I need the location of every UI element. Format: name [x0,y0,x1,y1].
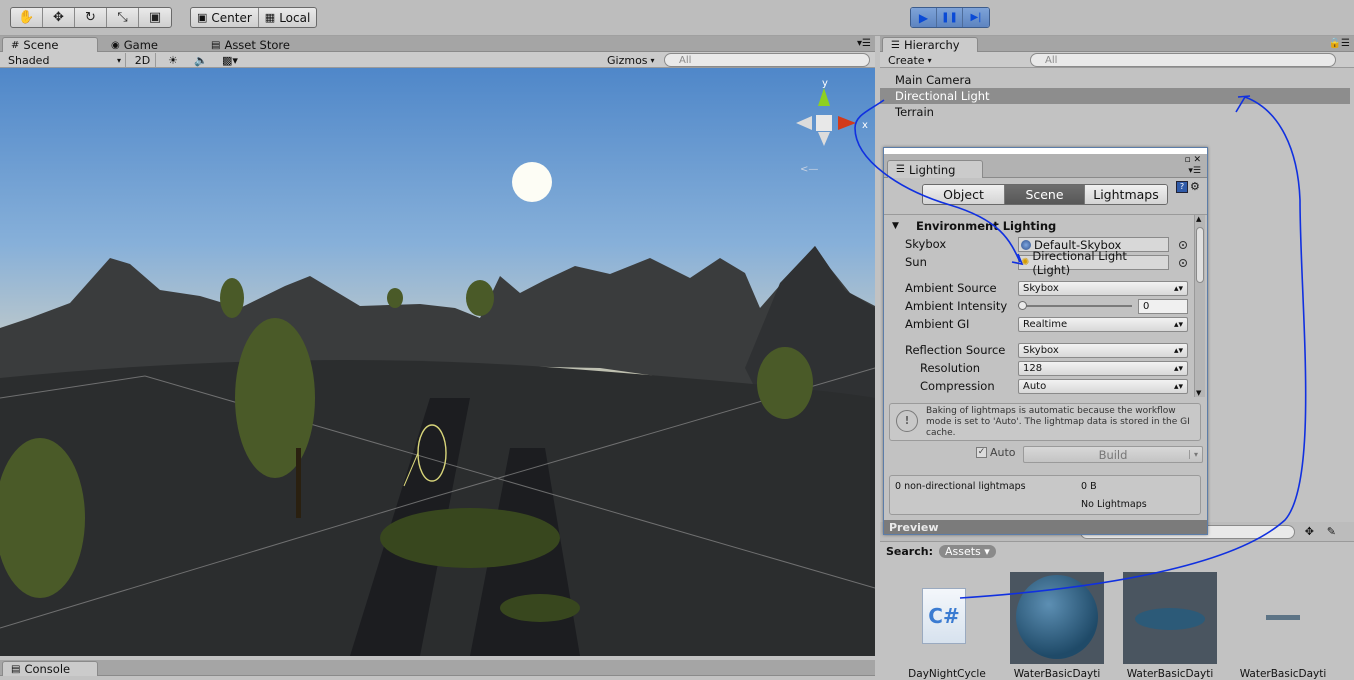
handdrawn-annotations [854,95,1307,599]
annotation-arrowhead-2 [1237,95,1251,98]
annotation-arrow-from-script [959,96,1307,599]
annotation-arrow-to-sun-field [854,99,1021,263]
